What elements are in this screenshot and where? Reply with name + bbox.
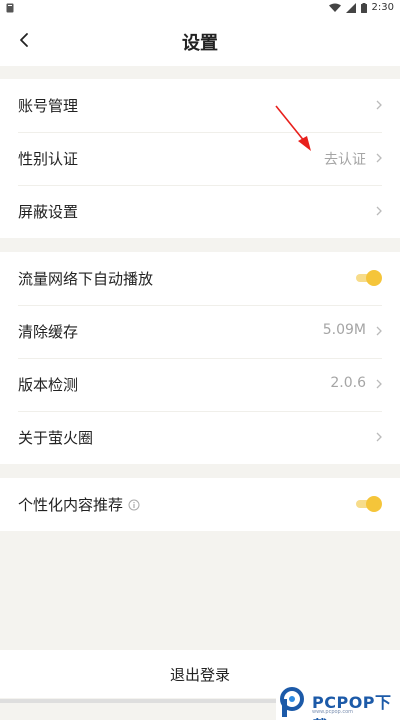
logout-label: 退出登录 (169, 666, 230, 684)
row-label: 流量网络下自动播放 (18, 270, 154, 288)
watermark-brand: PCPOP下载 (312, 693, 392, 720)
version-check-row[interactable]: 版本检测 2.0.6 (0, 358, 400, 411)
account-management-row[interactable]: 账号管理 (0, 79, 400, 132)
personalize-label: 个性化内容推荐 (18, 496, 124, 514)
toggle-knob (366, 496, 382, 512)
pcpop-logo-icon (280, 687, 304, 717)
chevron-right-icon (376, 206, 382, 216)
general-settings-group: 流量网络下自动播放 清除缓存 5.09M 版本检测 2.0.6 关于萤火圈 (0, 252, 400, 464)
autoplay-toggle[interactable] (356, 270, 382, 286)
wifi-icon (328, 3, 341, 12)
about-row[interactable]: 关于萤火圈 (0, 411, 400, 464)
header: 设置 (0, 16, 400, 66)
status-indicators: 2:30 (328, 2, 394, 13)
autoplay-row: 流量网络下自动播放 (0, 252, 400, 305)
account-settings-group: 账号管理 性别认证 去认证 屏蔽设置 (0, 79, 400, 238)
page-title: 设置 (182, 33, 218, 54)
row-value: 5.09M (322, 322, 366, 338)
row-label: 版本检测 (18, 376, 79, 394)
toggle-knob (366, 270, 382, 286)
battery-icon (360, 2, 367, 13)
clear-cache-row[interactable]: 清除缓存 5.09M (0, 305, 400, 358)
status-bar: 2:30 (0, 0, 400, 16)
row-label: 个性化内容推荐 (18, 494, 140, 515)
block-settings-row[interactable]: 屏蔽设置 (0, 185, 400, 238)
info-icon[interactable] (128, 499, 140, 511)
chevron-right-icon (376, 326, 382, 336)
watermark: PCPOP下载 www.pcpop.com (276, 684, 400, 720)
row-value: 2.0.6 (330, 375, 366, 391)
row-label: 屏蔽设置 (18, 203, 79, 221)
chevron-right-icon (376, 432, 382, 442)
signal-icon (345, 2, 356, 13)
gender-verification-row[interactable]: 性别认证 去认证 (0, 132, 400, 185)
personalize-toggle[interactable] (356, 496, 382, 512)
row-label: 账号管理 (18, 97, 79, 115)
row-label: 性别认证 (18, 150, 79, 168)
personalization-group: 个性化内容推荐 (0, 478, 400, 531)
chevron-right-icon (376, 100, 382, 110)
chevron-right-icon (376, 379, 382, 389)
row-label: 清除缓存 (18, 323, 79, 341)
notification-icon (6, 3, 14, 13)
row-label: 关于萤火圈 (18, 429, 94, 447)
status-time: 2:30 (371, 2, 394, 13)
row-value: 去认证 (324, 152, 366, 168)
chevron-right-icon (376, 153, 382, 163)
watermark-sub: www.pcpop.com (312, 709, 353, 715)
personalized-recommend-row: 个性化内容推荐 (0, 478, 400, 531)
